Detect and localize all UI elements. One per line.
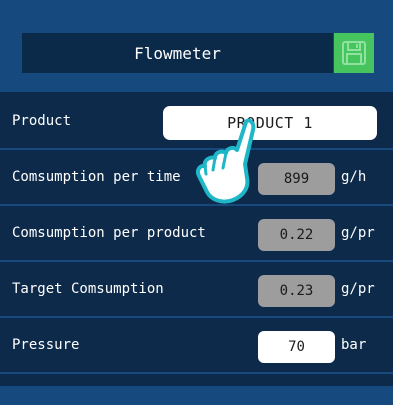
pressure-input[interactable]: 70 bbox=[258, 331, 335, 363]
save-button[interactable] bbox=[334, 33, 374, 73]
row-consumption-per-product: Comsumption per product 0.22 g/pr bbox=[0, 206, 393, 262]
page-title: Flowmeter bbox=[22, 33, 333, 73]
consumption-per-time-value: 899 bbox=[258, 163, 335, 195]
pressure-unit: bar bbox=[341, 337, 367, 353]
consumption-per-product-label: Comsumption per product bbox=[12, 225, 206, 241]
pressure-label: Pressure bbox=[12, 337, 80, 353]
consumption-per-product-unit: g/pr bbox=[341, 225, 375, 241]
row-target-consumption: Target Comsumption 0.23 g/pr bbox=[0, 262, 393, 318]
flowmeter-screen: Flowmeter Product PRODUCT 1 Comsumption … bbox=[0, 0, 393, 405]
product-label: Product bbox=[12, 113, 72, 129]
consumption-per-product-value: 0.22 bbox=[258, 219, 335, 251]
parameter-list: Product PRODUCT 1 Comsumption per time 8… bbox=[0, 94, 393, 374]
footer-bar bbox=[0, 386, 393, 405]
row-pressure: Pressure 70 bar bbox=[0, 318, 393, 374]
target-consumption-value: 0.23 bbox=[258, 275, 335, 307]
floppy-disk-icon bbox=[342, 41, 366, 65]
row-product: Product PRODUCT 1 bbox=[0, 94, 393, 150]
target-consumption-label: Target Comsumption bbox=[12, 281, 164, 297]
header-bar: Flowmeter bbox=[0, 0, 393, 92]
consumption-per-time-unit: g/h bbox=[341, 169, 367, 185]
consumption-per-time-label: Comsumption per time bbox=[12, 169, 181, 185]
product-select[interactable]: PRODUCT 1 bbox=[163, 106, 377, 140]
target-consumption-unit: g/pr bbox=[341, 281, 375, 297]
row-consumption-per-time: Comsumption per time 899 g/h bbox=[0, 150, 393, 206]
